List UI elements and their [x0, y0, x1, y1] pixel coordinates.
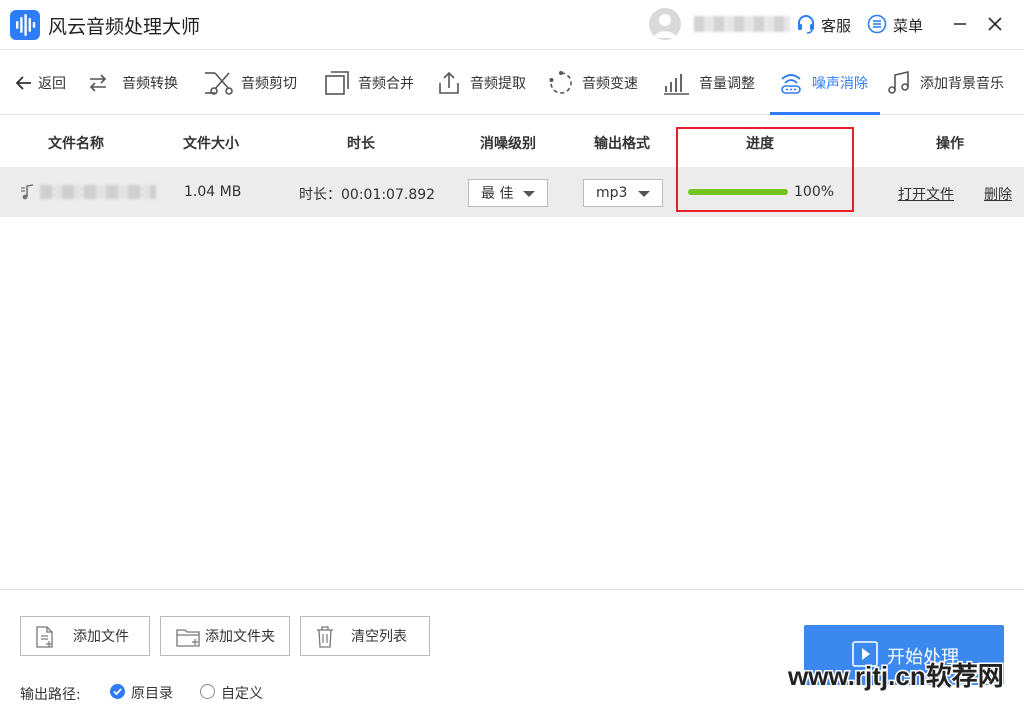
menu-icon[interactable]: [867, 14, 887, 34]
table-row[interactable]: 1.04 MB 时长：00:01:07.892 最 佳 mp3: [0, 167, 1024, 217]
toolbar: 返回 音频转换 音频剪切 音频合并 音频提取 音频变速 音量调整 噪声消除 添加…: [0, 51, 1024, 115]
open-file-link[interactable]: 打开文件: [898, 184, 954, 204]
tool-label: 音频剪切: [241, 76, 297, 92]
column-header-name: 文件名称: [48, 136, 104, 152]
app-logo-icon: [10, 10, 40, 40]
tool-audio-cut[interactable]: 音频剪切: [203, 51, 297, 115]
merge-icon: [325, 71, 349, 95]
tool-audio-merge[interactable]: 音频合并: [324, 51, 414, 115]
delete-link[interactable]: 删除: [984, 184, 1012, 204]
tool-audio-extract[interactable]: 音频提取: [436, 51, 526, 115]
music-note-icon: [888, 70, 909, 94]
audio-file-icon: [20, 183, 36, 201]
chevron-down-icon: [638, 191, 650, 197]
customer-service-button[interactable]: 客服: [821, 15, 851, 36]
output-path-label: 输出路径:: [20, 687, 81, 703]
progress-highlight-box: [676, 127, 854, 212]
file-duration: 时长：00:01:07.892: [299, 187, 436, 203]
file-name-blurred: [40, 185, 156, 199]
trash-icon: [317, 626, 333, 648]
title-bar: 风云音频处理大师 客服 菜单: [0, 0, 1024, 50]
clear-list-label: 清空列表: [351, 629, 407, 645]
column-header-action: 操作: [936, 136, 964, 152]
app-title: 风云音频处理大师: [48, 16, 201, 38]
add-file-icon: [36, 626, 53, 648]
file-size: 1.04 MB: [184, 184, 242, 200]
tool-label: 音频转换: [122, 76, 178, 92]
convert-icon: [89, 74, 107, 92]
extract-icon: [439, 71, 459, 94]
headset-icon[interactable]: [796, 14, 816, 34]
avatar[interactable]: [649, 8, 681, 40]
arrow-left-icon: [15, 76, 31, 90]
radio-custom-dir[interactable]: [200, 684, 215, 699]
tool-audio-speed[interactable]: 音频变速: [548, 51, 638, 115]
column-header-size: 文件大小: [183, 136, 239, 152]
back-button[interactable]: 返回: [14, 51, 66, 115]
tool-audio-convert[interactable]: 音频转换: [86, 51, 178, 115]
menu-button[interactable]: 菜单: [893, 15, 923, 36]
table-header: 文件名称 文件大小 时长 消噪级别 输出格式 进度 操作: [0, 116, 1024, 166]
username-blurred: [694, 16, 790, 32]
tool-add-bg-music[interactable]: 添加背景音乐: [886, 51, 1004, 115]
noise-wave-icon: [781, 74, 801, 94]
column-header-noise-level: 消噪级别: [480, 136, 536, 152]
tool-volume-adjust[interactable]: 音量调整: [663, 51, 755, 115]
minimize-icon[interactable]: [950, 12, 970, 36]
tool-label: 添加背景音乐: [920, 76, 1004, 92]
column-header-output-format: 输出格式: [594, 136, 650, 152]
chevron-down-icon: [523, 191, 535, 197]
tool-label: 音频变速: [582, 76, 638, 92]
column-header-duration: 时长: [347, 136, 375, 152]
add-file-label: 添加文件: [73, 629, 129, 645]
radio-original-dir[interactable]: [110, 684, 125, 699]
close-icon[interactable]: [984, 12, 1006, 36]
volume-bars-icon: [664, 74, 689, 95]
speed-icon: [549, 71, 572, 94]
add-folder-button[interactable]: 添加文件夹: [160, 616, 290, 656]
add-folder-icon: [176, 629, 200, 647]
scissors-icon: [205, 72, 233, 95]
tool-label: 噪声消除: [812, 76, 868, 92]
output-format-value: mp3: [596, 185, 628, 201]
tool-noise-removal[interactable]: 噪声消除: [778, 51, 868, 115]
add-file-button[interactable]: 添加文件: [20, 616, 150, 656]
noise-level-select[interactable]: 最 佳: [468, 179, 548, 207]
add-folder-label: 添加文件夹: [205, 629, 275, 645]
radio-original-dir-label[interactable]: 原目录: [131, 683, 173, 703]
watermark-text: www.rjtj.cn软荐网: [787, 660, 1006, 693]
active-tab-indicator: [770, 112, 880, 115]
output-format-select[interactable]: mp3: [583, 179, 663, 207]
tool-label: 音量调整: [699, 76, 755, 92]
tool-label: 音频合并: [358, 76, 414, 92]
clear-list-button[interactable]: 清空列表: [300, 616, 430, 656]
file-list-area: [0, 217, 1024, 590]
back-label: 返回: [38, 76, 66, 92]
noise-level-value: 最 佳: [481, 186, 514, 202]
radio-custom-dir-label[interactable]: 自定义: [221, 683, 263, 703]
tool-label: 音频提取: [470, 76, 526, 92]
